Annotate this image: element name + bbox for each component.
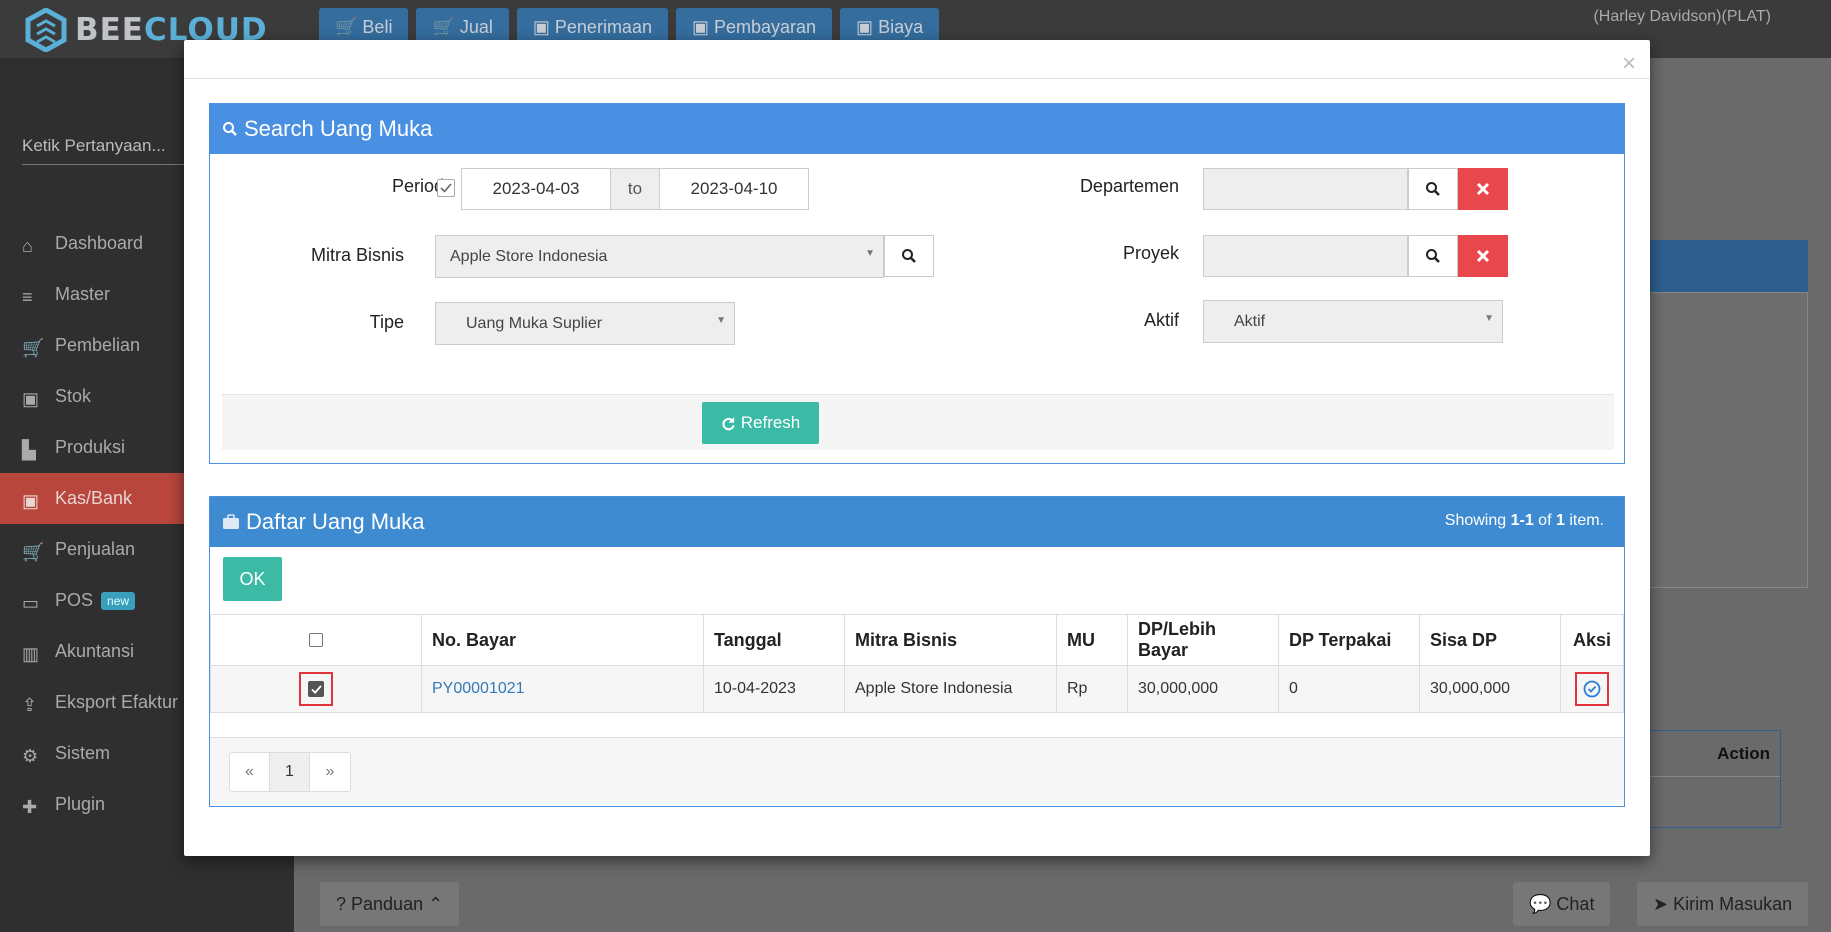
user-name: (Harley Davidson)(PLAT) (1593, 8, 1771, 25)
cell-dp-terpakai: 0 (1278, 665, 1420, 713)
cell-no-bayar: PY00001021 (421, 665, 704, 713)
departemen-label: Departemen (1079, 176, 1179, 196)
monitor-icon: ▭ (22, 592, 40, 613)
proyek-label: Proyek (1122, 243, 1179, 263)
search-icon (1426, 182, 1440, 196)
home-icon: ⌂ (22, 235, 33, 256)
check-circle-icon (1583, 680, 1601, 698)
cell-aksi (1560, 665, 1624, 713)
logo-icon (25, 7, 67, 53)
chevron-down-icon: ▼ (865, 248, 875, 259)
col-dp-terpakai[interactable]: DP Terpakai (1278, 614, 1420, 666)
cell-mitra-bisnis: Apple Store Indonesia (844, 665, 1057, 713)
modal-divider (184, 78, 1650, 79)
table-row: PY00001021 10-04-2023 Apple Store Indone… (210, 665, 1624, 713)
puzzle-icon: ✚ (22, 796, 38, 817)
uang-muka-modal: × Search Uang Muka Periode 2023-04-03 to… (184, 40, 1650, 856)
pagination-area: « 1 » (210, 737, 1624, 805)
background-panel (1648, 292, 1808, 588)
cart-icon: 🛒 (22, 337, 45, 358)
cell-sisa-dp: 30,000,000 (1419, 665, 1561, 713)
no-bayar-link[interactable]: PY00001021 (432, 680, 525, 697)
row-checkbox-cell (210, 665, 422, 713)
search-icon (1426, 249, 1440, 263)
aktif-select[interactable]: Aktif ▼ (1203, 300, 1503, 343)
tipe-label: Tipe (369, 312, 404, 332)
date-range-separator: to (610, 169, 660, 209)
refresh-icon (722, 416, 735, 430)
search-panel-header: Search Uang Muka (210, 104, 1624, 154)
refresh-button[interactable]: Refresh (702, 402, 819, 444)
database-icon: ≡ (22, 286, 33, 307)
gears-icon: ⚙ (22, 745, 39, 766)
proyek-search-button[interactable] (1408, 235, 1458, 277)
aktif-label: Aktif (1143, 310, 1179, 330)
periode-label: Periode (391, 176, 454, 196)
col-tanggal[interactable]: Tanggal (703, 614, 845, 666)
panduan-button[interactable]: ? Panduan ⌃ (320, 882, 460, 926)
col-mu[interactable]: MU (1056, 614, 1128, 666)
close-icon[interactable]: × (1622, 50, 1636, 78)
tipe-select[interactable]: Uang Muka Suplier ▼ (435, 302, 735, 345)
background-panel-header (1648, 240, 1808, 292)
ok-button[interactable]: OK (223, 557, 282, 601)
daftar-panel-header: Daftar Uang Muka Showing 1-1 of 1 item. (210, 497, 1624, 547)
departemen-clear-button[interactable] (1458, 168, 1508, 210)
chat-button[interactable]: 💬 Chat (1513, 882, 1611, 926)
search-panel-title: Search Uang Muka (244, 116, 433, 141)
showing-summary: Showing 1-1 of 1 item. (1444, 512, 1604, 529)
pager-prev[interactable]: « (230, 753, 270, 791)
proyek-clear-button[interactable] (1458, 235, 1508, 277)
departemen-search-button[interactable] (1408, 168, 1458, 210)
col-dp-lebih-bayar[interactable]: DP/Lebih Bayar (1127, 614, 1279, 666)
cell-dp-lebih-bayar: 30,000,000 (1127, 665, 1279, 713)
new-badge: new (101, 591, 136, 610)
departemen-input[interactable] (1203, 168, 1408, 210)
proyek-input[interactable] (1203, 235, 1408, 277)
box-icon: ▣ (22, 388, 40, 409)
col-aksi: Aksi (1560, 614, 1624, 666)
date-from-input[interactable]: 2023-04-03 (462, 169, 610, 209)
search-icon (902, 249, 916, 263)
cell-mu: Rp (1056, 665, 1128, 713)
user-info[interactable]: (Harley Davidson)(PLAT) (1593, 8, 1771, 26)
select-action-button[interactable] (1575, 672, 1609, 706)
factory-icon: ▙ (22, 439, 36, 460)
search-icon (222, 121, 238, 137)
pagination: « 1 » (229, 752, 351, 792)
close-icon (1476, 249, 1490, 263)
mitra-bisnis-select[interactable]: Apple Store Indonesia ▼ (435, 235, 884, 278)
daftar-panel: Daftar Uang Muka Showing 1-1 of 1 item. … (209, 496, 1625, 807)
mitra-bisnis-search-button[interactable] (884, 235, 934, 277)
action-column-header: Action (1649, 731, 1780, 777)
pager-page-1[interactable]: 1 (270, 753, 310, 791)
money-icon: ▣ (22, 490, 40, 511)
periode-checkbox[interactable] (437, 179, 455, 197)
row-checkbox[interactable] (299, 672, 333, 706)
cart-icon: 🛒 (22, 541, 45, 562)
daftar-panel-title: Daftar Uang Muka (246, 509, 425, 534)
date-to-input[interactable]: 2023-04-10 (660, 169, 808, 209)
cell-tanggal: 10-04-2023 (703, 665, 845, 713)
briefcase-icon (222, 514, 240, 530)
search-panel: Search Uang Muka Periode 2023-04-03 to 2… (209, 103, 1625, 464)
close-icon (1476, 182, 1490, 196)
select-all-checkbox[interactable] (309, 633, 323, 647)
mitra-bisnis-label: Mitra Bisnis (310, 245, 404, 265)
col-no-bayar[interactable]: No. Bayar (421, 614, 704, 666)
pager-next[interactable]: » (310, 753, 350, 791)
col-mitra-bisnis[interactable]: Mitra Bisnis (844, 614, 1057, 666)
check-icon (310, 684, 322, 694)
periode-date-range: 2023-04-03 to 2023-04-10 (461, 168, 809, 210)
chevron-down-icon: ▼ (716, 315, 726, 326)
chevron-down-icon: ▼ (1484, 313, 1494, 324)
chart-icon: ▥ (22, 643, 40, 664)
select-all-cell (210, 614, 422, 666)
search-form-footer: Refresh (222, 394, 1614, 450)
background-table: Action (1648, 730, 1781, 828)
uang-muka-table: No. Bayar Tanggal Mitra Bisnis MU DP/Leb… (210, 614, 1624, 713)
kirim-masukan-button[interactable]: ➤ Kirim Masukan (1637, 882, 1809, 926)
export-icon: ⇪ (22, 694, 38, 715)
col-sisa-dp[interactable]: Sisa DP (1419, 614, 1561, 666)
